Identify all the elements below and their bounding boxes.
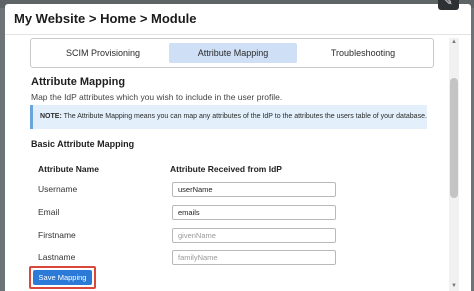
section-description: Map the IdP attributes which you wish to… xyxy=(31,92,283,102)
lastname-field[interactable] xyxy=(172,250,336,265)
lastname-label: Lastname xyxy=(38,252,76,262)
modal-scrollbar[interactable]: ▲ ▼ xyxy=(449,38,459,291)
tab-troubleshooting[interactable]: Troubleshooting xyxy=(299,43,427,63)
triangle-up-icon[interactable]: ▲ xyxy=(449,38,459,47)
basic-mapping-title: Basic Attribute Mapping xyxy=(31,139,135,149)
username-label: Username xyxy=(38,184,78,194)
email-field[interactable] xyxy=(172,205,336,220)
save-mapping-button[interactable]: Save Mapping xyxy=(33,270,92,285)
edit-icon[interactable]: ✎ xyxy=(438,0,459,10)
column-header-attribute-received: Attribute Received from IdP xyxy=(170,164,282,174)
module-modal: My Website > Home > Module SCIM Provisio… xyxy=(5,4,471,291)
note-box: NOTE: The Attribute Mapping means you ca… xyxy=(30,105,427,129)
tab-scim-provisioning[interactable]: SCIM Provisioning xyxy=(39,43,167,63)
modal-title: My Website > Home > Module xyxy=(14,11,197,26)
section-title: Attribute Mapping xyxy=(31,76,126,88)
email-label: Email xyxy=(38,207,60,217)
firstname-label: Firstname xyxy=(38,230,76,240)
username-field[interactable] xyxy=(172,182,336,197)
scrollbar-thumb[interactable] xyxy=(450,78,458,198)
column-header-attribute-name: Attribute Name xyxy=(38,164,99,174)
tab-attribute-mapping[interactable]: Attribute Mapping xyxy=(169,43,297,63)
save-button-highlight: Save Mapping xyxy=(29,266,96,289)
note-text: The Attribute Mapping means you can map … xyxy=(61,113,427,120)
modal-header: My Website > Home > Module xyxy=(5,4,471,35)
triangle-down-icon[interactable]: ▼ xyxy=(449,282,459,291)
tab-bar: SCIM Provisioning Attribute Mapping Trou… xyxy=(30,38,434,68)
note-prefix: NOTE: xyxy=(40,113,62,120)
firstname-field[interactable] xyxy=(172,228,336,243)
